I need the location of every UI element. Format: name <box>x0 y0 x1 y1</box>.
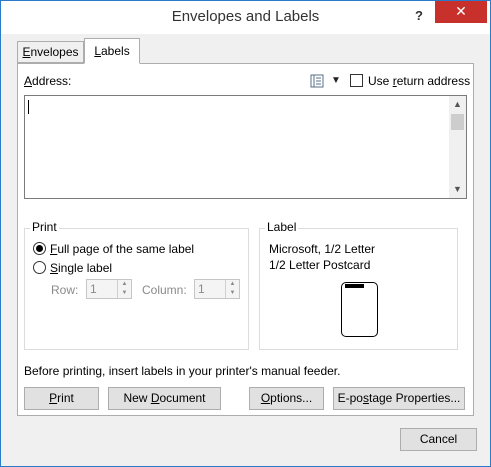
address-book-icon[interactable] <box>310 74 324 88</box>
scroll-down-icon[interactable]: ▼ <box>449 181 466 198</box>
column-down-icon[interactable]: ▼ <box>226 289 239 298</box>
new-document-rest: ocument <box>159 391 206 405</box>
row-up-icon[interactable]: ▲ <box>118 280 131 289</box>
address-scrollbar[interactable]: ▲ ▼ <box>449 96 466 198</box>
address-label: Address: <box>24 74 71 88</box>
address-textarea[interactable]: ▲ ▼ <box>24 95 467 199</box>
full-page-radio[interactable] <box>33 242 46 255</box>
label-preview-band <box>345 284 364 288</box>
print-button-mnemonic: P <box>49 391 58 405</box>
options-button-mnemonic: O <box>260 391 271 405</box>
new-document-pre: New <box>123 391 151 405</box>
text-caret <box>28 100 29 114</box>
label-product[interactable]: 1/2 Letter Postcard <box>269 258 370 272</box>
use-return-address-label[interactable]: Use return address <box>368 74 470 88</box>
address-label-mnemonic: A <box>24 74 33 88</box>
use-return-address-checkbox[interactable] <box>350 74 363 87</box>
tab-envelopes-label: nvelopes <box>30 45 79 59</box>
print-button-label: rint <box>57 391 74 405</box>
column-up-icon[interactable]: ▲ <box>226 280 239 289</box>
single-label-label[interactable]: Single label <box>50 261 112 275</box>
tab-labels[interactable]: Labels <box>84 38 140 64</box>
title-bar: Envelopes and Labels ? ✕ <box>1 1 490 34</box>
row-down-icon[interactable]: ▼ <box>118 289 131 298</box>
options-button[interactable]: Options... <box>249 387 324 410</box>
full-page-label[interactable]: Full page of the same label <box>50 242 194 256</box>
column-stepper[interactable]: 1 ▲ ▼ <box>194 279 240 299</box>
scroll-thumb[interactable] <box>451 114 464 130</box>
print-button[interactable]: Print <box>24 387 99 410</box>
label-preview-image[interactable] <box>341 282 378 337</box>
epostage-pre: E-po <box>337 391 363 405</box>
options-button-label: ptions... <box>270 391 313 405</box>
scroll-up-icon[interactable]: ▲ <box>449 96 466 113</box>
single-label-text: ingle label <box>58 261 113 275</box>
return-label-pre: Use <box>368 74 393 88</box>
tab-envelopes[interactable]: Envelopes <box>17 41 84 63</box>
single-label-mnemonic: S <box>50 261 59 275</box>
row-label: Row: <box>51 283 79 297</box>
epostage-rest: tage Properties... <box>368 391 461 405</box>
label-vendor[interactable]: Microsoft, 1/2 Letter <box>269 242 375 256</box>
row-stepper[interactable]: 1 ▲ ▼ <box>86 279 132 299</box>
tab-labels-label: abels <box>101 44 130 58</box>
return-label-rest: eturn address <box>396 74 471 88</box>
tab-labels-mnemonic: L <box>94 44 101 58</box>
address-label-text: ddress: <box>32 74 72 88</box>
address-dropdown-arrow-icon[interactable]: ▼ <box>331 74 341 88</box>
row-value: 1 <box>90 282 97 296</box>
column-value: 1 <box>198 282 205 296</box>
label-group-title: Label <box>265 220 299 234</box>
new-document-button[interactable]: New Document <box>108 387 221 410</box>
column-label: Column: <box>142 283 187 297</box>
single-label-radio[interactable] <box>33 261 46 274</box>
feeder-note: Before printing, insert labels in your p… <box>24 364 341 378</box>
close-button[interactable]: ✕ <box>435 1 487 23</box>
full-page-text: ull page of the same label <box>57 242 195 256</box>
epostage-properties-button[interactable]: E-postage Properties... <box>333 387 465 410</box>
cancel-button[interactable]: Cancel <box>400 428 477 451</box>
print-group-title: Print <box>30 220 59 234</box>
help-button[interactable]: ? <box>405 5 433 27</box>
